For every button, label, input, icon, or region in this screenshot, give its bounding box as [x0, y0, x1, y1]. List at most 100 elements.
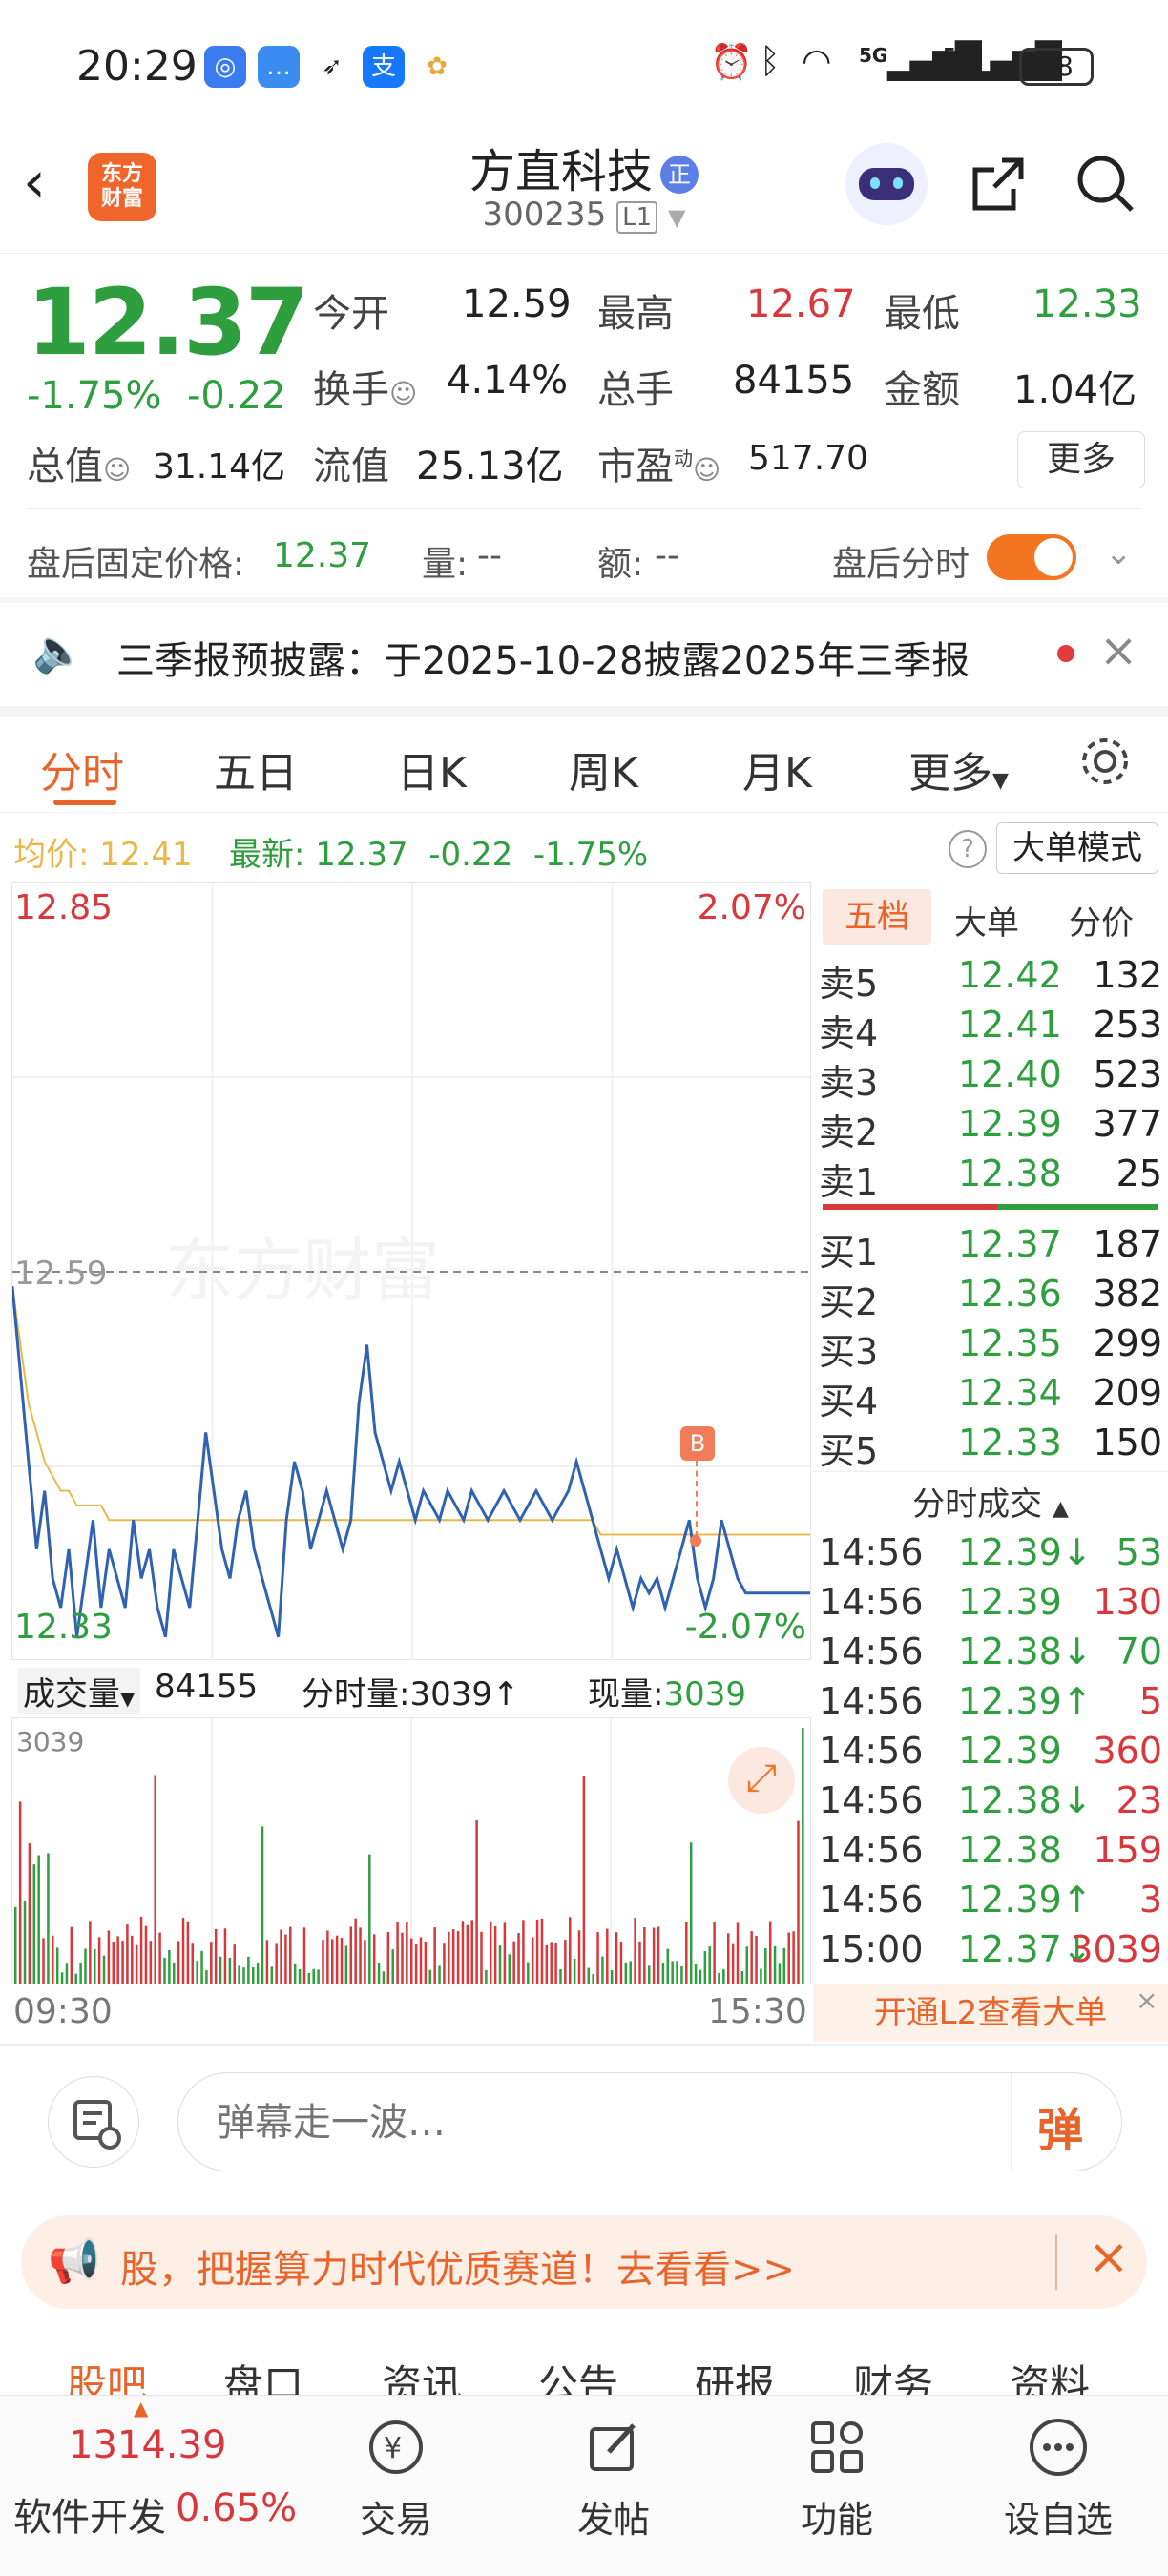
- add-watchlist-button[interactable]: 设自选: [987, 2414, 1130, 2543]
- ask-row[interactable]: 卖5 12.42 132: [813, 948, 1168, 1005]
- bid-row[interactable]: 买5 12.33 150: [813, 1416, 1168, 1472]
- volume-bar: [671, 1961, 674, 1984]
- tick-row: 15:00 12.37↓ 3039: [813, 1922, 1168, 1972]
- promo-banner[interactable]: 📢 股，把握算力时代优质赛道！去看看>> ×: [21, 2215, 1147, 2309]
- danmu-send-button[interactable]: 弹: [1037, 2092, 1083, 2159]
- volume-bar: [792, 1931, 795, 1984]
- y-min-label: 12.33: [14, 1608, 114, 1647]
- tab-price-dist[interactable]: 分价: [1069, 897, 1134, 944]
- ask-row[interactable]: 卖2 12.39 377: [813, 1097, 1168, 1153]
- volume-bar: [512, 1941, 515, 1984]
- bid-row[interactable]: 买1 12.37 187: [813, 1217, 1168, 1274]
- ask-row[interactable]: 卖4 12.41 253: [813, 998, 1168, 1054]
- tab-five-day[interactable]: 五日: [214, 738, 298, 800]
- bid-row[interactable]: 买4 12.34 209: [813, 1366, 1168, 1423]
- volume-bar: [624, 1963, 628, 1984]
- volume-bar: [485, 1969, 488, 1984]
- bid-price: 12.35: [958, 1322, 1062, 1364]
- volume-bar: [200, 1950, 203, 1984]
- index-name[interactable]: 软件开发: [13, 2486, 166, 2542]
- big-order-mode-button[interactable]: 大单模式: [996, 822, 1158, 874]
- amount-label: 金额: [884, 368, 960, 412]
- help-icon[interactable]: ?: [949, 830, 987, 868]
- tab-more[interactable]: 更多▼: [908, 738, 1009, 800]
- pe-label: 市盈动☺: [597, 435, 720, 490]
- features-label: 功能: [800, 2499, 873, 2541]
- volume-bar: [638, 1941, 641, 1984]
- ask-row[interactable]: 卖3 12.40 523: [813, 1048, 1168, 1104]
- tab-research[interactable]: 研报: [695, 2353, 775, 2395]
- search-icon[interactable]: [1073, 151, 1139, 218]
- volume-bar: [364, 1940, 366, 1984]
- tab-intraday[interactable]: 分时: [40, 738, 124, 800]
- volume-chart[interactable]: 3039 ⤢: [11, 1717, 811, 1984]
- ask-volume: 523: [1093, 1053, 1162, 1095]
- volume-bar: [745, 1946, 749, 1984]
- low-label: 最低: [884, 292, 960, 336]
- volume-bar: [173, 1962, 176, 1984]
- volume-bar: [480, 1931, 483, 1984]
- minute-volume: 分时量:3039↑: [302, 1675, 520, 1714]
- volume-bar: [401, 1932, 404, 1984]
- info-icon[interactable]: ☺: [389, 378, 417, 409]
- more-button[interactable]: 更多: [1017, 431, 1145, 488]
- tab-pankou[interactable]: 盘口: [223, 2353, 303, 2395]
- bid-row[interactable]: 买2 12.36 382: [813, 1267, 1168, 1323]
- danmu-input[interactable]: [217, 2096, 980, 2150]
- chevron-down-icon[interactable]: ⌄: [1105, 534, 1133, 572]
- ask-price: 12.39: [958, 1103, 1062, 1145]
- close-icon[interactable]: ×: [1099, 624, 1137, 677]
- danmu-settings-icon[interactable]: [48, 2076, 139, 2168]
- tab-monthly-k[interactable]: 月K: [742, 738, 812, 800]
- volume-selector[interactable]: 成交量▼: [17, 1668, 141, 1714]
- info-icon[interactable]: ☺: [103, 454, 131, 486]
- pe-value: 517.70: [748, 439, 868, 478]
- volume-bar: [694, 1964, 698, 1984]
- volume-bar: [703, 1951, 707, 1984]
- tab-five-level[interactable]: 五档: [823, 889, 931, 945]
- volume-bar: [782, 1947, 786, 1984]
- tab-finance[interactable]: 财务: [853, 2353, 933, 2395]
- volume-bar: [302, 1927, 306, 1984]
- volume-bar: [797, 1820, 800, 1984]
- bid-list: 买1 12.37 187 买2 12.36 382 买3 12.35 299 买…: [813, 1217, 1168, 1472]
- expand-icon[interactable]: ⤢: [728, 1747, 795, 1814]
- close-promo-icon[interactable]: ×: [1088, 2229, 1130, 2286]
- tab-daily-k[interactable]: 日K: [397, 738, 467, 800]
- ticks-header[interactable]: 分时成交 ▲: [813, 1478, 1168, 1526]
- gear-icon[interactable]: [1076, 733, 1134, 790]
- tick-time: 14:56: [819, 1531, 924, 1573]
- tab-news[interactable]: 资讯: [382, 2353, 462, 2395]
- stock-code: 300235: [482, 196, 607, 234]
- bid-row[interactable]: 买3 12.35 299: [813, 1317, 1168, 1373]
- l2-banner[interactable]: 开通L2查看大单: [813, 1984, 1168, 2042]
- y-min-pct: -2.07%: [684, 1608, 806, 1647]
- tick-list: 14:56 12.39↓ 53 14:56 12.39 130 14:56 12…: [813, 1526, 1168, 1972]
- ask-row[interactable]: 卖1 12.38 25: [813, 1147, 1168, 1203]
- post-button[interactable]: 发帖: [542, 2414, 685, 2543]
- after-hours-toggle[interactable]: [987, 534, 1076, 580]
- tab-guba[interactable]: 股吧: [67, 2353, 147, 2395]
- volume-bar: [490, 1921, 492, 1984]
- tab-announcements[interactable]: 公告: [538, 2353, 618, 2395]
- info-icon[interactable]: ☺: [693, 454, 720, 486]
- intraday-chart[interactable]: 东方财富 12.85 2.07% 12.59 12.33 -2.07% B: [11, 882, 812, 1661]
- share-icon[interactable]: [964, 151, 1031, 218]
- promo-separator: [1055, 2234, 1057, 2290]
- tab-big-order[interactable]: 大单: [954, 897, 1019, 944]
- features-button[interactable]: 功能: [765, 2414, 908, 2543]
- index-change: 0.65%: [176, 2486, 298, 2530]
- close-banner-icon[interactable]: ×: [1136, 1984, 1158, 2016]
- volume-bar: [354, 1918, 357, 1984]
- index-value[interactable]: 1314.39: [69, 2423, 226, 2467]
- tab-profile[interactable]: 资料: [1010, 2353, 1090, 2395]
- trade-button[interactable]: ¥ 交易: [324, 2414, 468, 2543]
- volume-bar: [322, 1940, 324, 1984]
- notice-text[interactable]: 三季报预披露：于2025-10-28披露2025年三季报: [116, 630, 970, 685]
- buy-marker-icon[interactable]: B: [680, 1426, 715, 1461]
- danmu-input-box[interactable]: 弹: [177, 2072, 1122, 2171]
- volume-bar: [727, 1933, 730, 1984]
- robot-assistant-icon[interactable]: [845, 143, 928, 225]
- trade-icon: ¥: [369, 2420, 423, 2474]
- tab-weekly-k[interactable]: 周K: [569, 738, 638, 800]
